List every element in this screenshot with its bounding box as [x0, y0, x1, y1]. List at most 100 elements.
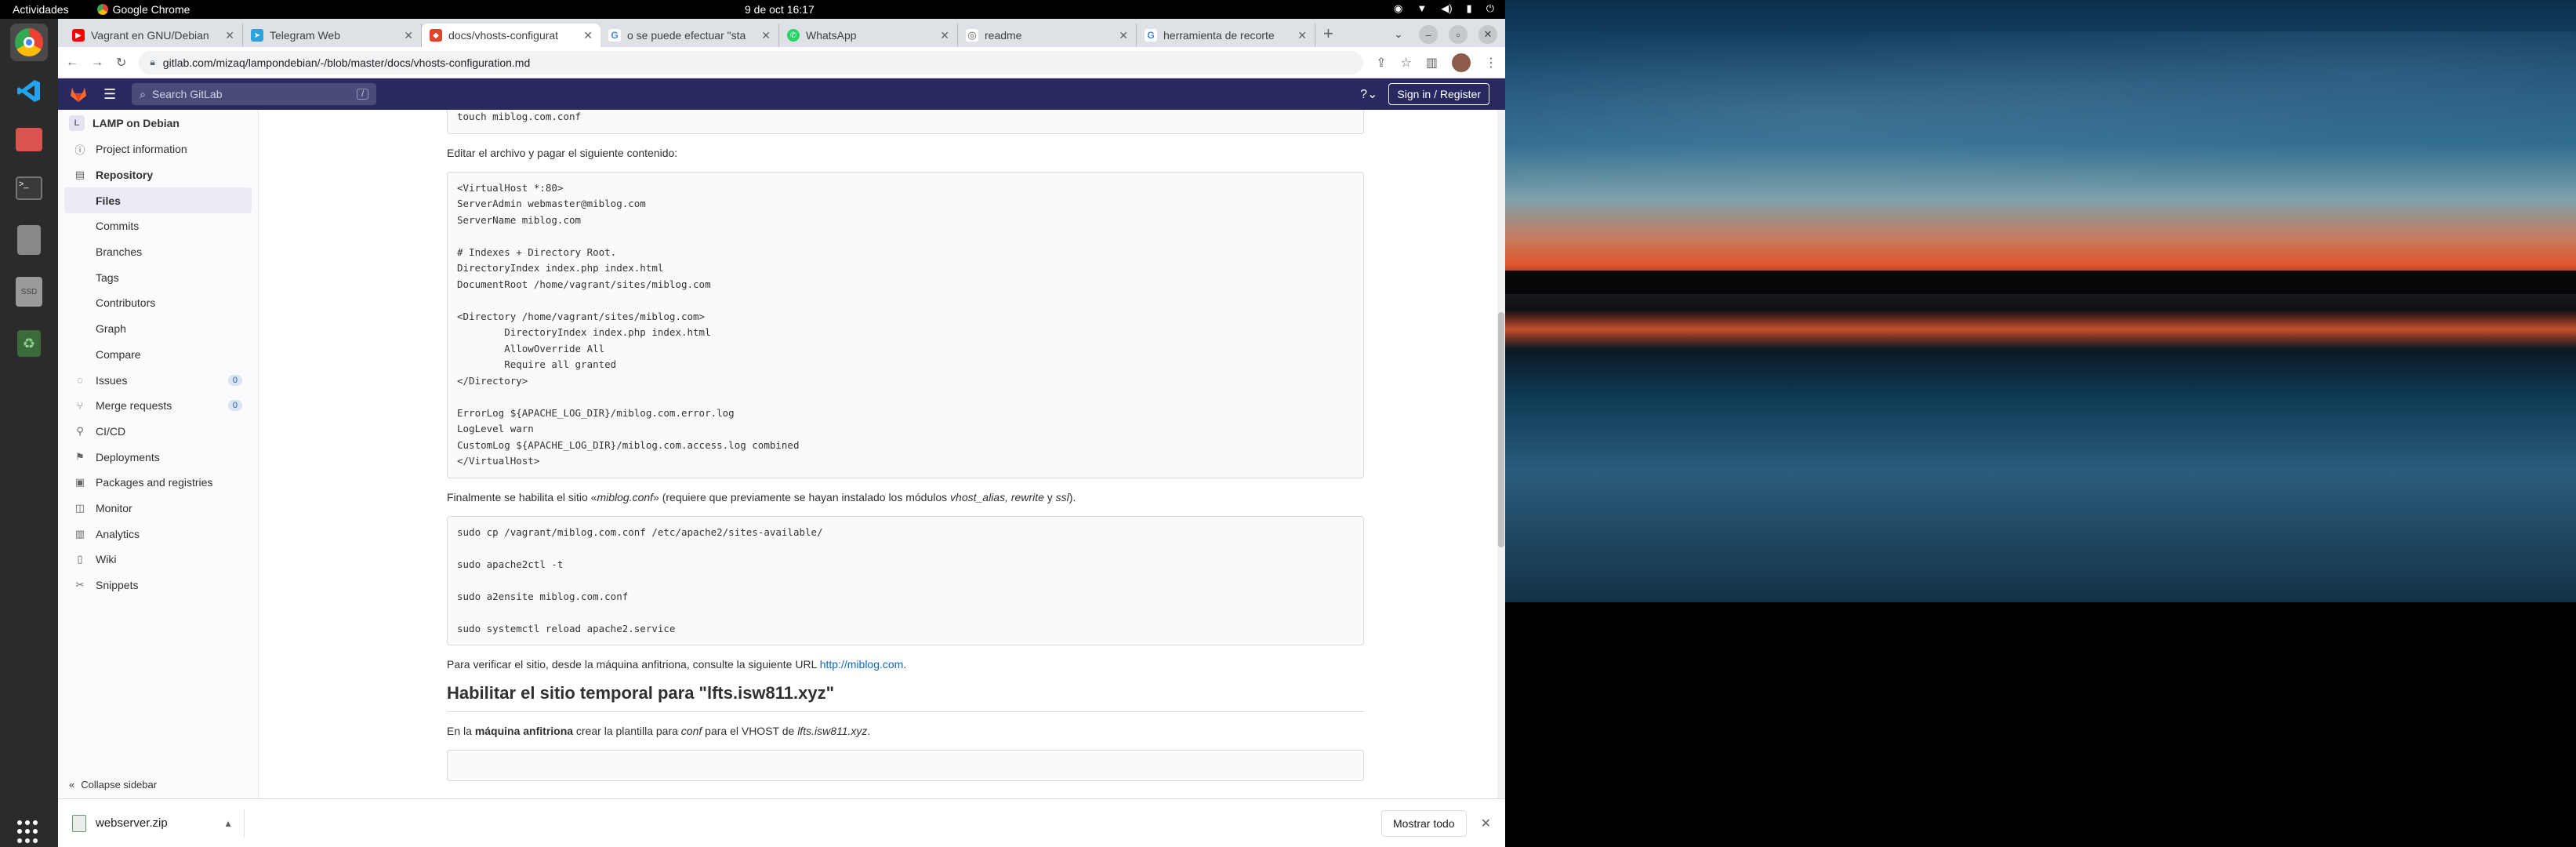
project-name: LAMP on Debian — [93, 117, 180, 129]
search-placeholder: Search GitLab — [151, 88, 223, 100]
sidebar-item-label: Contributors — [96, 296, 156, 310]
close-icon[interactable]: ✕ — [404, 29, 413, 42]
download-item[interactable]: webserver.zip ▲ — [72, 809, 245, 838]
chrome-launcher-icon[interactable] — [10, 24, 48, 61]
help-icon[interactable]: ?⌄ — [1360, 86, 1377, 102]
sidebar-item-merge-requests[interactable]: ⑂ Merge requests 0 — [58, 393, 258, 419]
clock[interactable]: 9 de oct 16:17 — [745, 3, 815, 16]
text: . — [903, 658, 907, 671]
chevron-up-icon[interactable]: ▲ — [223, 818, 233, 829]
reload-icon[interactable]: ↻ — [116, 55, 126, 71]
sidebar-item-label: Repository — [96, 169, 154, 182]
show-all-downloads-button[interactable]: Mostrar todo — [1381, 809, 1467, 837]
files-launcher-icon[interactable] — [10, 121, 48, 158]
activities-button[interactable]: Actividades — [0, 3, 82, 16]
browser-tab[interactable]: G herramienta de recorte ✕ — [1137, 24, 1315, 47]
menu-kebab-icon[interactable]: ⋮ — [1485, 55, 1497, 71]
dock: >_ SSD ♻ — [0, 19, 58, 847]
sign-in-button[interactable]: Sign in / Register — [1388, 83, 1489, 105]
hamburger-menu-icon[interactable]: ☰ — [103, 86, 116, 103]
sidebar-item-analytics[interactable]: ▥ Analytics — [58, 521, 258, 547]
sidebar-item-files[interactable]: Files — [64, 187, 252, 214]
show-applications-icon[interactable] — [17, 820, 41, 844]
close-icon[interactable]: ✕ — [761, 29, 771, 42]
close-icon[interactable]: ✕ — [583, 29, 593, 42]
sidebar-item-repository[interactable]: ▤ Repository — [58, 162, 258, 188]
tab-title: Vagrant en GNU/Debian — [91, 29, 209, 42]
search-input[interactable]: ⌕ Search GitLab / — [132, 83, 377, 105]
code-block[interactable]: <VirtualHost *:80> ServerAdmin webmaster… — [447, 171, 1364, 478]
project-name-link[interactable]: L LAMP on Debian — [58, 110, 258, 136]
scrollbar-thumb[interactable] — [1498, 312, 1504, 547]
ssd-drive-icon[interactable]: SSD — [10, 273, 48, 311]
sidebar-item-contributors[interactable]: Contributors — [58, 290, 258, 316]
side-panel-icon[interactable]: ▥ — [1426, 55, 1438, 71]
browser-tab-active[interactable]: ◆ docs/vhosts-configurat ✕ — [422, 24, 600, 47]
trash-icon[interactable]: ♻ — [10, 325, 48, 362]
whatsapp-icon: ✆ — [787, 29, 800, 42]
bookmark-star-icon[interactable]: ☆ — [1401, 55, 1412, 71]
miblog-link[interactable]: http://miblog.com — [820, 658, 904, 671]
browser-tab[interactable]: ➤ Telegram Web ✕ — [243, 24, 422, 47]
minimize-icon[interactable]: – — [1419, 25, 1438, 44]
zip-file-icon — [72, 814, 86, 832]
terminal-launcher-icon[interactable]: >_ — [10, 169, 48, 207]
system-tray[interactable]: ◉ ▼ ◀) ▮ ⏻ — [1394, 2, 1494, 15]
text: » (requiere que previamente se hayan ins… — [653, 490, 951, 503]
sidebar-item-label: Files — [96, 194, 121, 207]
sidebar-item-label: Branches — [96, 245, 143, 259]
code-block[interactable]: sudo cp /vagrant/miblog.com.conf /etc/ap… — [447, 515, 1364, 645]
markdown-document: touch miblog.com.conf Editar el archivo … — [447, 110, 1364, 781]
text: En la — [447, 725, 475, 737]
usb-drive-icon[interactable] — [10, 221, 48, 259]
sidebar-item-branches[interactable]: Branches — [58, 239, 258, 265]
close-icon[interactable]: ✕ — [1119, 29, 1128, 42]
tab-title: readme — [985, 29, 1022, 42]
browser-tab[interactable]: ✆ WhatsApp ✕ — [779, 24, 958, 47]
volume-icon: ◀) — [1441, 2, 1453, 14]
download-bar: webserver.zip ▲ Mostrar todo ✕ — [58, 798, 1505, 847]
close-icon[interactable]: ✕ — [940, 29, 949, 42]
window-close-icon[interactable]: ✕ — [1478, 25, 1497, 44]
new-tab-button[interactable]: + — [1315, 24, 1341, 47]
telegram-icon: ➤ — [251, 29, 263, 42]
wallpaper-treeline — [1505, 271, 2576, 294]
paragraph: Finalmente se habilita el sitio «miblog.… — [447, 489, 1364, 505]
sidebar-item-issues[interactable]: ◌ Issues 0 — [58, 367, 258, 393]
sidebar-item-cicd[interactable]: ⚲ CI/CD — [58, 419, 258, 445]
maximize-icon[interactable]: ▫ — [1449, 25, 1468, 44]
vscode-launcher-icon[interactable] — [10, 72, 48, 110]
sidebar-item-deployments[interactable]: ⚑ Deployments — [58, 444, 258, 470]
forward-icon[interactable]: → — [91, 56, 103, 70]
profile-avatar[interactable] — [1452, 53, 1471, 72]
sidebar-item-label: Snippets — [96, 579, 139, 592]
address-bar[interactable]: 🔒︎ gitlab.com/mizaq/lampondebian/-/blob/… — [139, 50, 1364, 75]
code-block[interactable] — [447, 750, 1364, 781]
share-icon[interactable]: ⇪ — [1376, 55, 1386, 71]
sidebar-item-compare[interactable]: Compare — [58, 342, 258, 368]
tab-search-icon[interactable]: ⌄ — [1389, 25, 1408, 44]
sidebar-item-snippets[interactable]: ✂ Snippets — [58, 573, 258, 598]
browser-tab[interactable]: ◎ readme ✕ — [958, 24, 1137, 47]
app-menu[interactable]: Google Chrome — [96, 3, 190, 16]
sidebar-item-project-information[interactable]: ⓘ Project information — [58, 136, 258, 162]
gitlab-logo-icon[interactable] — [69, 85, 88, 104]
back-icon[interactable]: ← — [66, 56, 78, 70]
close-download-bar-icon[interactable]: ✕ — [1481, 816, 1491, 831]
sidebar-item-tags[interactable]: Tags — [58, 264, 258, 290]
sidebar-item-monitor[interactable]: ◫ Monitor — [58, 496, 258, 522]
sidebar-item-label: Wiki — [96, 553, 117, 566]
page-scrollbar[interactable] — [1497, 110, 1505, 798]
close-icon[interactable]: ✕ — [1297, 29, 1307, 42]
sidebar-item-commits[interactable]: Commits — [58, 213, 258, 239]
sidebar-item-label: CI/CD — [96, 424, 126, 438]
browser-tab[interactable]: ▶ Vagrant en GNU/Debian ✕ — [64, 24, 243, 47]
sidebar-item-packages[interactable]: ▣ Packages and registries — [58, 470, 258, 496]
code-block[interactable]: touch miblog.com.conf — [447, 110, 1364, 134]
browser-window: ▶ Vagrant en GNU/Debian ✕ ➤ Telegram Web… — [58, 19, 1505, 847]
sidebar-item-graph[interactable]: Graph — [58, 316, 258, 342]
collapse-sidebar-button[interactable]: « Collapse sidebar — [69, 779, 157, 791]
browser-tab[interactable]: G o se puede efectuar "sta ✕ — [600, 24, 779, 47]
close-icon[interactable]: ✕ — [225, 29, 234, 42]
sidebar-item-wiki[interactable]: ▯ Wiki — [58, 547, 258, 573]
